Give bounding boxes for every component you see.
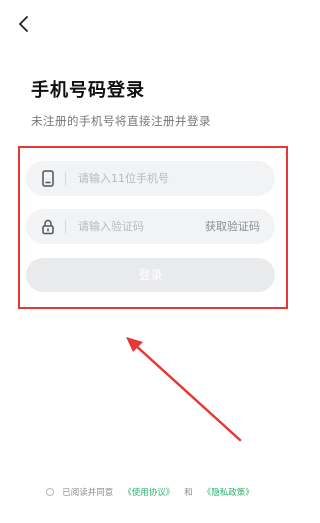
privacy-link[interactable]: 《隐私政策》 [203,488,254,498]
phone-input[interactable] [78,161,263,196]
agreement-conjunction: 和 [184,488,193,498]
back-button[interactable] [14,12,34,36]
lock-icon [42,219,54,235]
login-button[interactable]: 登录 [26,258,275,292]
verification-code-input[interactable] [78,209,188,244]
agreement-prefix: 已阅读并同意 [62,488,114,498]
field-divider [65,172,66,185]
page-subtitle: 未注册的手机号将直接注册并登录 [31,114,211,128]
phone-icon [42,170,54,187]
agreement-line: 已阅读并同意 《使用协议》和《隐私政策》 [0,486,300,498]
page-title: 手机号码登录 [31,80,145,101]
field-divider [65,220,66,233]
agreement-radio[interactable] [46,487,55,496]
get-code-button[interactable]: 获取验证码 [205,209,260,244]
verification-code-field[interactable]: 获取验证码 [26,209,275,244]
annotation-arrow [126,337,242,442]
login-page: 手机号码登录 未注册的手机号将直接注册并登录 获取验证码 登录 已阅读并同意《使… [0,0,300,523]
phone-field[interactable] [26,161,275,196]
terms-link[interactable]: 《使用协议》 [123,488,174,498]
chevron-left-icon [19,16,28,32]
